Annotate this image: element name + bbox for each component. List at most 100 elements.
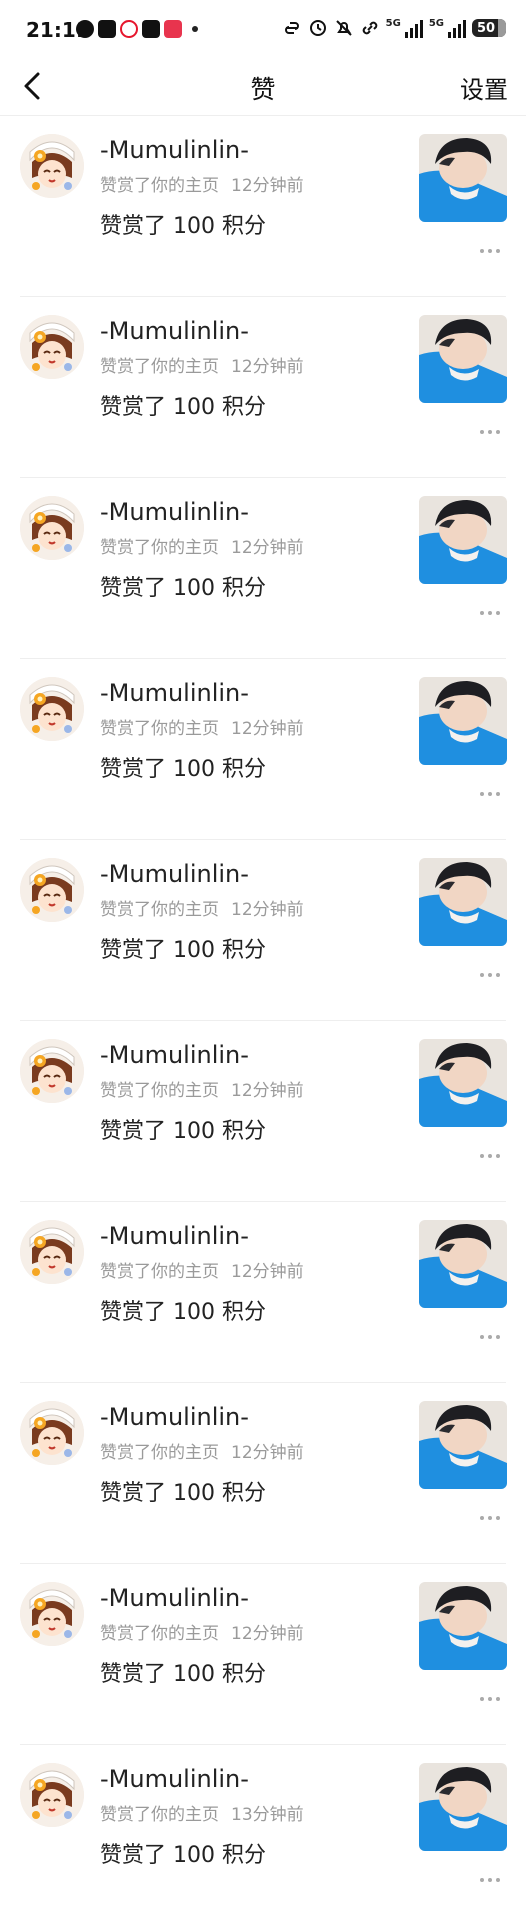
post-thumbnail[interactable] <box>419 677 507 765</box>
timestamp: 12分钟前 <box>231 1443 304 1463</box>
avatar[interactable] <box>20 1582 84 1646</box>
post-thumbnail[interactable] <box>419 1401 507 1489</box>
more-icon[interactable] <box>478 1330 502 1344</box>
avatar[interactable] <box>20 1220 84 1284</box>
username[interactable]: -Mumulinlin- <box>100 1403 249 1431</box>
username[interactable]: -Mumulinlin- <box>100 498 249 526</box>
username[interactable]: -Mumulinlin- <box>100 136 249 164</box>
timestamp: 12分钟前 <box>231 1624 304 1644</box>
more-icon[interactable] <box>478 968 502 982</box>
page-title: 赞 <box>250 75 276 104</box>
notification-item[interactable]: -Mumulinlin- 赞赏了你的主页 12分钟前 赞赏了 100 积分 <box>0 1564 526 1745</box>
avatar[interactable] <box>20 134 84 198</box>
notification-content: 赞赏了 100 积分 <box>100 1481 266 1506</box>
username[interactable]: -Mumulinlin- <box>100 1222 249 1250</box>
action-text: 赞赏了你的主页 <box>100 719 219 739</box>
avatar[interactable] <box>20 1763 84 1827</box>
notification-content: 赞赏了 100 积分 <box>100 1119 266 1144</box>
username[interactable]: -Mumulinlin- <box>100 679 249 707</box>
action-text: 赞赏了你的主页 <box>100 1443 219 1463</box>
username[interactable]: -Mumulinlin- <box>100 860 249 888</box>
action-text: 赞赏了你的主页 <box>100 538 219 558</box>
notification-content: 赞赏了 100 积分 <box>100 1843 266 1868</box>
post-thumbnail[interactable] <box>419 496 507 584</box>
more-icon[interactable] <box>478 606 502 620</box>
settings-button[interactable]: 设置 <box>460 70 508 105</box>
notification-content: 赞赏了 100 积分 <box>100 938 266 963</box>
post-thumbnail[interactable] <box>419 315 507 403</box>
tiktok-lite-icon <box>142 20 160 38</box>
notification-meta: 赞赏了你的主页 12分钟前 <box>100 1438 304 1463</box>
shop-icon <box>164 20 182 38</box>
back-button[interactable] <box>14 66 54 106</box>
action-text: 赞赏了你的主页 <box>100 900 219 920</box>
post-thumbnail[interactable] <box>419 1220 507 1308</box>
notification-meta: 赞赏了你的主页 12分钟前 <box>100 714 304 739</box>
notification-item[interactable]: -Mumulinlin- 赞赏了你的主页 12分钟前 赞赏了 100 积分 <box>0 116 526 297</box>
notification-meta: 赞赏了你的主页 12分钟前 <box>100 1619 304 1644</box>
username[interactable]: -Mumulinlin- <box>100 1584 249 1612</box>
post-thumbnail[interactable] <box>419 1763 507 1851</box>
notification-dot <box>192 26 198 32</box>
signal-icon-2 <box>448 18 466 38</box>
post-thumbnail[interactable] <box>419 1582 507 1670</box>
network-type-2: 5G <box>428 18 444 29</box>
avatar[interactable] <box>20 315 84 379</box>
notification-content: 赞赏了 100 积分 <box>100 576 266 601</box>
username[interactable]: -Mumulinlin- <box>100 317 249 345</box>
avatar[interactable] <box>20 1401 84 1465</box>
username[interactable]: -Mumulinlin- <box>100 1765 249 1793</box>
more-icon[interactable] <box>478 1692 502 1706</box>
more-icon[interactable] <box>478 1149 502 1163</box>
more-icon[interactable] <box>478 787 502 801</box>
notification-meta: 赞赏了你的主页 12分钟前 <box>100 533 304 558</box>
notification-list: -Mumulinlin- 赞赏了你的主页 12分钟前 赞赏了 100 积分 -M… <box>0 116 526 1914</box>
timestamp: 12分钟前 <box>231 176 304 196</box>
notification-item[interactable]: -Mumulinlin- 赞赏了你的主页 12分钟前 赞赏了 100 积分 <box>0 297 526 478</box>
notification-item[interactable]: -Mumulinlin- 赞赏了你的主页 12分钟前 赞赏了 100 积分 <box>0 840 526 1021</box>
avatar[interactable] <box>20 1039 84 1103</box>
notification-item[interactable]: -Mumulinlin- 赞赏了你的主页 12分钟前 赞赏了 100 积分 <box>0 659 526 840</box>
more-icon[interactable] <box>478 425 502 439</box>
notification-item[interactable]: -Mumulinlin- 赞赏了你的主页 12分钟前 赞赏了 100 积分 <box>0 1383 526 1564</box>
status-app-icons <box>76 20 198 38</box>
notification-meta: 赞赏了你的主页 13分钟前 <box>100 1800 304 1825</box>
timestamp: 13分钟前 <box>231 1805 304 1825</box>
username[interactable]: -Mumulinlin- <box>100 1041 249 1069</box>
notification-content: 赞赏了 100 积分 <box>100 757 266 782</box>
status-bar: 21:11 5G 5G 50 <box>0 0 526 56</box>
notification-item[interactable]: -Mumulinlin- 赞赏了你的主页 12分钟前 赞赏了 100 积分 <box>0 1202 526 1383</box>
nav-bar: 赞 设置 <box>0 56 526 116</box>
notification-content: 赞赏了 100 积分 <box>100 395 266 420</box>
notification-item[interactable]: -Mumulinlin- 赞赏了你的主页 13分钟前 赞赏了 100 积分 <box>0 1745 526 1914</box>
signal-icon <box>404 18 423 38</box>
notification-item[interactable]: -Mumulinlin- 赞赏了你的主页 12分钟前 赞赏了 100 积分 <box>0 1021 526 1202</box>
post-thumbnail[interactable] <box>419 858 507 946</box>
more-icon[interactable] <box>478 1873 502 1887</box>
nfc-icon <box>284 22 299 34</box>
notification-item[interactable]: -Mumulinlin- 赞赏了你的主页 12分钟前 赞赏了 100 积分 <box>0 478 526 659</box>
weibo-icon <box>120 20 138 38</box>
avatar[interactable] <box>20 496 84 560</box>
action-text: 赞赏了你的主页 <box>100 1624 219 1644</box>
notification-meta: 赞赏了你的主页 12分钟前 <box>100 171 304 196</box>
notification-meta: 赞赏了你的主页 12分钟前 <box>100 895 304 920</box>
notification-content: 赞赏了 100 积分 <box>100 214 266 239</box>
avatar[interactable] <box>20 677 84 741</box>
tiktok-icon <box>98 20 116 38</box>
mute-icon <box>335 20 352 36</box>
more-icon[interactable] <box>478 1511 502 1525</box>
wechat-icon <box>76 20 94 38</box>
post-thumbnail[interactable] <box>419 1039 507 1127</box>
timestamp: 12分钟前 <box>231 900 304 920</box>
timestamp: 12分钟前 <box>231 538 304 558</box>
post-thumbnail[interactable] <box>419 134 507 222</box>
battery-level: 50 <box>476 20 496 36</box>
avatar[interactable] <box>20 858 84 922</box>
action-text: 赞赏了你的主页 <box>100 357 219 377</box>
action-text: 赞赏了你的主页 <box>100 1081 219 1101</box>
notification-meta: 赞赏了你的主页 12分钟前 <box>100 1076 304 1101</box>
notification-content: 赞赏了 100 积分 <box>100 1300 266 1325</box>
timestamp: 12分钟前 <box>231 719 304 739</box>
more-icon[interactable] <box>478 244 502 258</box>
